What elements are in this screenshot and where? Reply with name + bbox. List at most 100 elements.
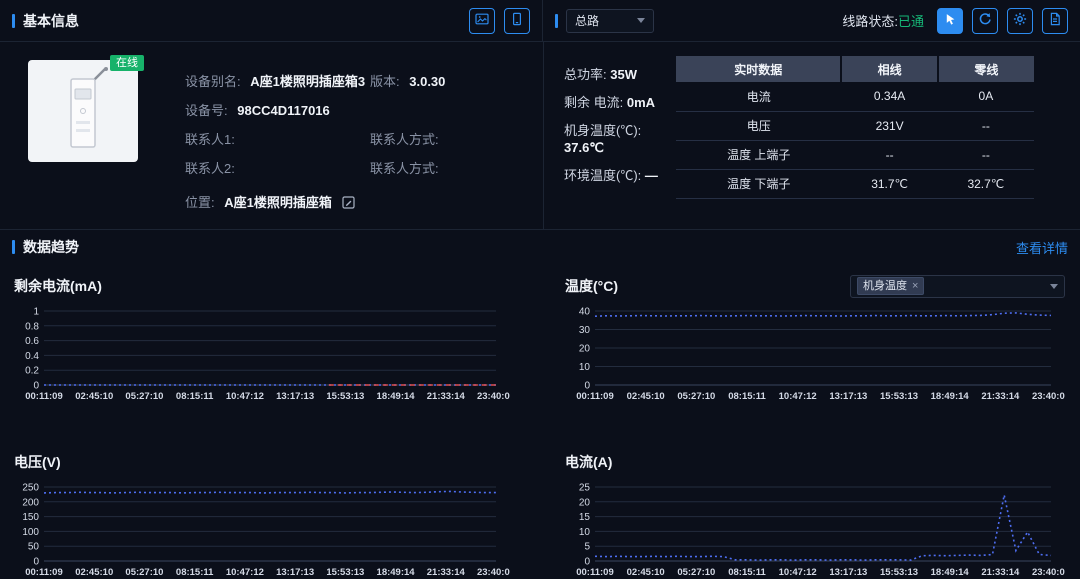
svg-text:23:40:00: 23:40:00 [1032, 391, 1065, 402]
location-row: 位置: A座1楼照明插座箱 [185, 195, 541, 212]
svg-text:13:17:13: 13:17:13 [829, 391, 867, 402]
svg-text:23:40:00: 23:40:00 [1032, 567, 1065, 578]
svg-text:15:53:13: 15:53:13 [326, 567, 364, 578]
cell-value: 0.34A [841, 82, 937, 111]
residual-metric: 剩余 电流: 0mA [564, 94, 676, 111]
svg-text:0: 0 [33, 381, 39, 392]
log-button[interactable] [1042, 8, 1068, 34]
row-label: 温度 下端子 [676, 169, 841, 198]
voltage-chart: 05010015020025000:11:0902:45:1005:27:100… [14, 479, 510, 579]
residual-value: 0mA [627, 95, 655, 110]
line-select[interactable]: 总路 [566, 9, 654, 33]
svg-text:21:33:14: 21:33:14 [427, 391, 466, 402]
svg-text:23:40:00: 23:40:00 [477, 567, 510, 578]
alias-value: A座1楼照明插座箱3 [250, 74, 365, 89]
tag-label: 机身温度 [863, 278, 907, 294]
device-image [55, 67, 111, 156]
table-header: 实时数据 [676, 56, 841, 82]
svg-text:08:15:11: 08:15:11 [728, 391, 766, 402]
chevron-down-icon [637, 18, 645, 23]
gear-icon [1013, 12, 1027, 29]
serial-value: 98CC4D117016 [237, 103, 330, 118]
chevron-down-icon [1050, 284, 1058, 289]
svg-text:02:45:10: 02:45:10 [75, 391, 113, 402]
svg-text:21:33:14: 21:33:14 [981, 567, 1020, 578]
svg-text:25: 25 [579, 483, 591, 494]
svg-text:13:17:13: 13:17:13 [276, 567, 314, 578]
trend-title: 数据趋势 [23, 237, 79, 257]
svg-text:18:49:14: 18:49:14 [931, 567, 970, 578]
svg-text:10: 10 [579, 362, 591, 373]
contact2-method-pair: 联系人方式: [370, 161, 445, 177]
table-row: 电压 231V -- [676, 111, 1034, 140]
svg-text:150: 150 [22, 512, 39, 523]
version-value: 3.0.30 [409, 74, 445, 89]
power-value: 35W [610, 67, 637, 82]
device-info: 设备别名: A座1楼照明插座箱3 版本: 3.0.30 设备号: 98CC4D1… [185, 74, 541, 225]
contact1-method-pair: 联系人方式: [370, 132, 445, 148]
pointer-button[interactable] [937, 8, 963, 34]
svg-text:10:47:12: 10:47:12 [226, 391, 264, 402]
svg-text:00:11:09: 00:11:09 [25, 567, 63, 578]
chart-title: 温度(°C) [565, 276, 618, 296]
svg-text:20: 20 [579, 344, 591, 355]
svg-text:02:45:10: 02:45:10 [627, 391, 665, 402]
line-select-value: 总路 [575, 12, 599, 29]
table-header: 零线 [938, 56, 1034, 82]
svg-text:21:33:14: 21:33:14 [427, 567, 466, 578]
basic-info-section: 在线 设备别名: A座1楼照明插座箱3 版本: 3.0.30 设备号: 98CC… [0, 42, 1080, 230]
realtime-data-table: 实时数据 相线 零线 电流 0.34A 0A 电压 231V -- 温度 上端子… [676, 56, 1034, 199]
svg-text:15:53:13: 15:53:13 [880, 567, 918, 578]
svg-text:05:27:10: 05:27:10 [677, 567, 715, 578]
svg-text:40: 40 [579, 307, 591, 318]
section-accent-bar [12, 14, 15, 28]
voltage-chart-block: 电压(V) 05010015020025000:11:0902:45:1005:… [14, 449, 510, 579]
svg-text:08:15:11: 08:15:11 [176, 567, 214, 578]
svg-text:13:17:13: 13:17:13 [276, 391, 314, 402]
temperature-chart: 01020304000:11:0902:45:1005:27:1008:15:1… [565, 303, 1065, 403]
env-temp-label: 环境温度(℃): [564, 168, 641, 183]
view-details-link[interactable]: 查看详情 [1016, 238, 1068, 257]
svg-text:0.6: 0.6 [25, 336, 39, 347]
remove-tag-icon[interactable]: × [912, 278, 918, 294]
contact1-row: 联系人1: 联系人方式: [185, 132, 541, 148]
table-row: 温度 上端子 -- -- [676, 140, 1034, 169]
row-label: 电压 [676, 111, 841, 140]
row-label: 温度 上端子 [676, 140, 841, 169]
cell-value: -- [938, 140, 1034, 169]
residual-current-chart-block: 剩余电流(mA) 00.20.40.60.8100:11:0902:45:100… [14, 273, 510, 403]
serial-label: 设备号: [185, 103, 228, 118]
svg-text:15: 15 [579, 512, 591, 523]
version-pair: 版本: 3.0.30 [370, 74, 445, 90]
device-button[interactable] [504, 8, 530, 34]
refresh-button[interactable] [972, 8, 998, 34]
cell-value: 31.7℃ [841, 169, 937, 198]
svg-text:05:27:10: 05:27:10 [125, 391, 163, 402]
temperature-chart-block: 温度(°C) 机身温度 × 01020304000:11:0902:45:100… [565, 273, 1065, 403]
top-bar: 基本信息 总路 线路状态:已通 [0, 0, 1080, 42]
svg-text:21:33:14: 21:33:14 [981, 391, 1020, 402]
svg-text:00:11:09: 00:11:09 [576, 567, 614, 578]
svg-text:18:49:14: 18:49:14 [377, 391, 416, 402]
settings-button[interactable] [1007, 8, 1033, 34]
cell-value: -- [841, 140, 937, 169]
section-accent-bar [555, 14, 558, 28]
contact2-method-label: 联系人方式: [370, 161, 439, 176]
svg-text:18:49:14: 18:49:14 [377, 567, 416, 578]
image-icon [475, 12, 489, 29]
svg-text:0.4: 0.4 [25, 351, 39, 362]
svg-text:200: 200 [22, 497, 39, 508]
chart-title: 剩余电流(mA) [14, 276, 102, 296]
svg-text:0.8: 0.8 [25, 321, 39, 332]
edit-location-button[interactable] [342, 196, 355, 212]
row-label: 电流 [676, 82, 841, 111]
image-button[interactable] [469, 8, 495, 34]
tablet-icon [510, 12, 524, 29]
svg-text:10:47:12: 10:47:12 [226, 567, 264, 578]
chart-title: 电流(A) [565, 452, 612, 472]
temperature-series-select[interactable]: 机身温度 × [850, 275, 1065, 298]
svg-text:0: 0 [584, 381, 590, 392]
svg-text:1: 1 [33, 307, 39, 318]
section-accent-bar [12, 240, 15, 254]
env-temp-value: — [645, 168, 658, 183]
